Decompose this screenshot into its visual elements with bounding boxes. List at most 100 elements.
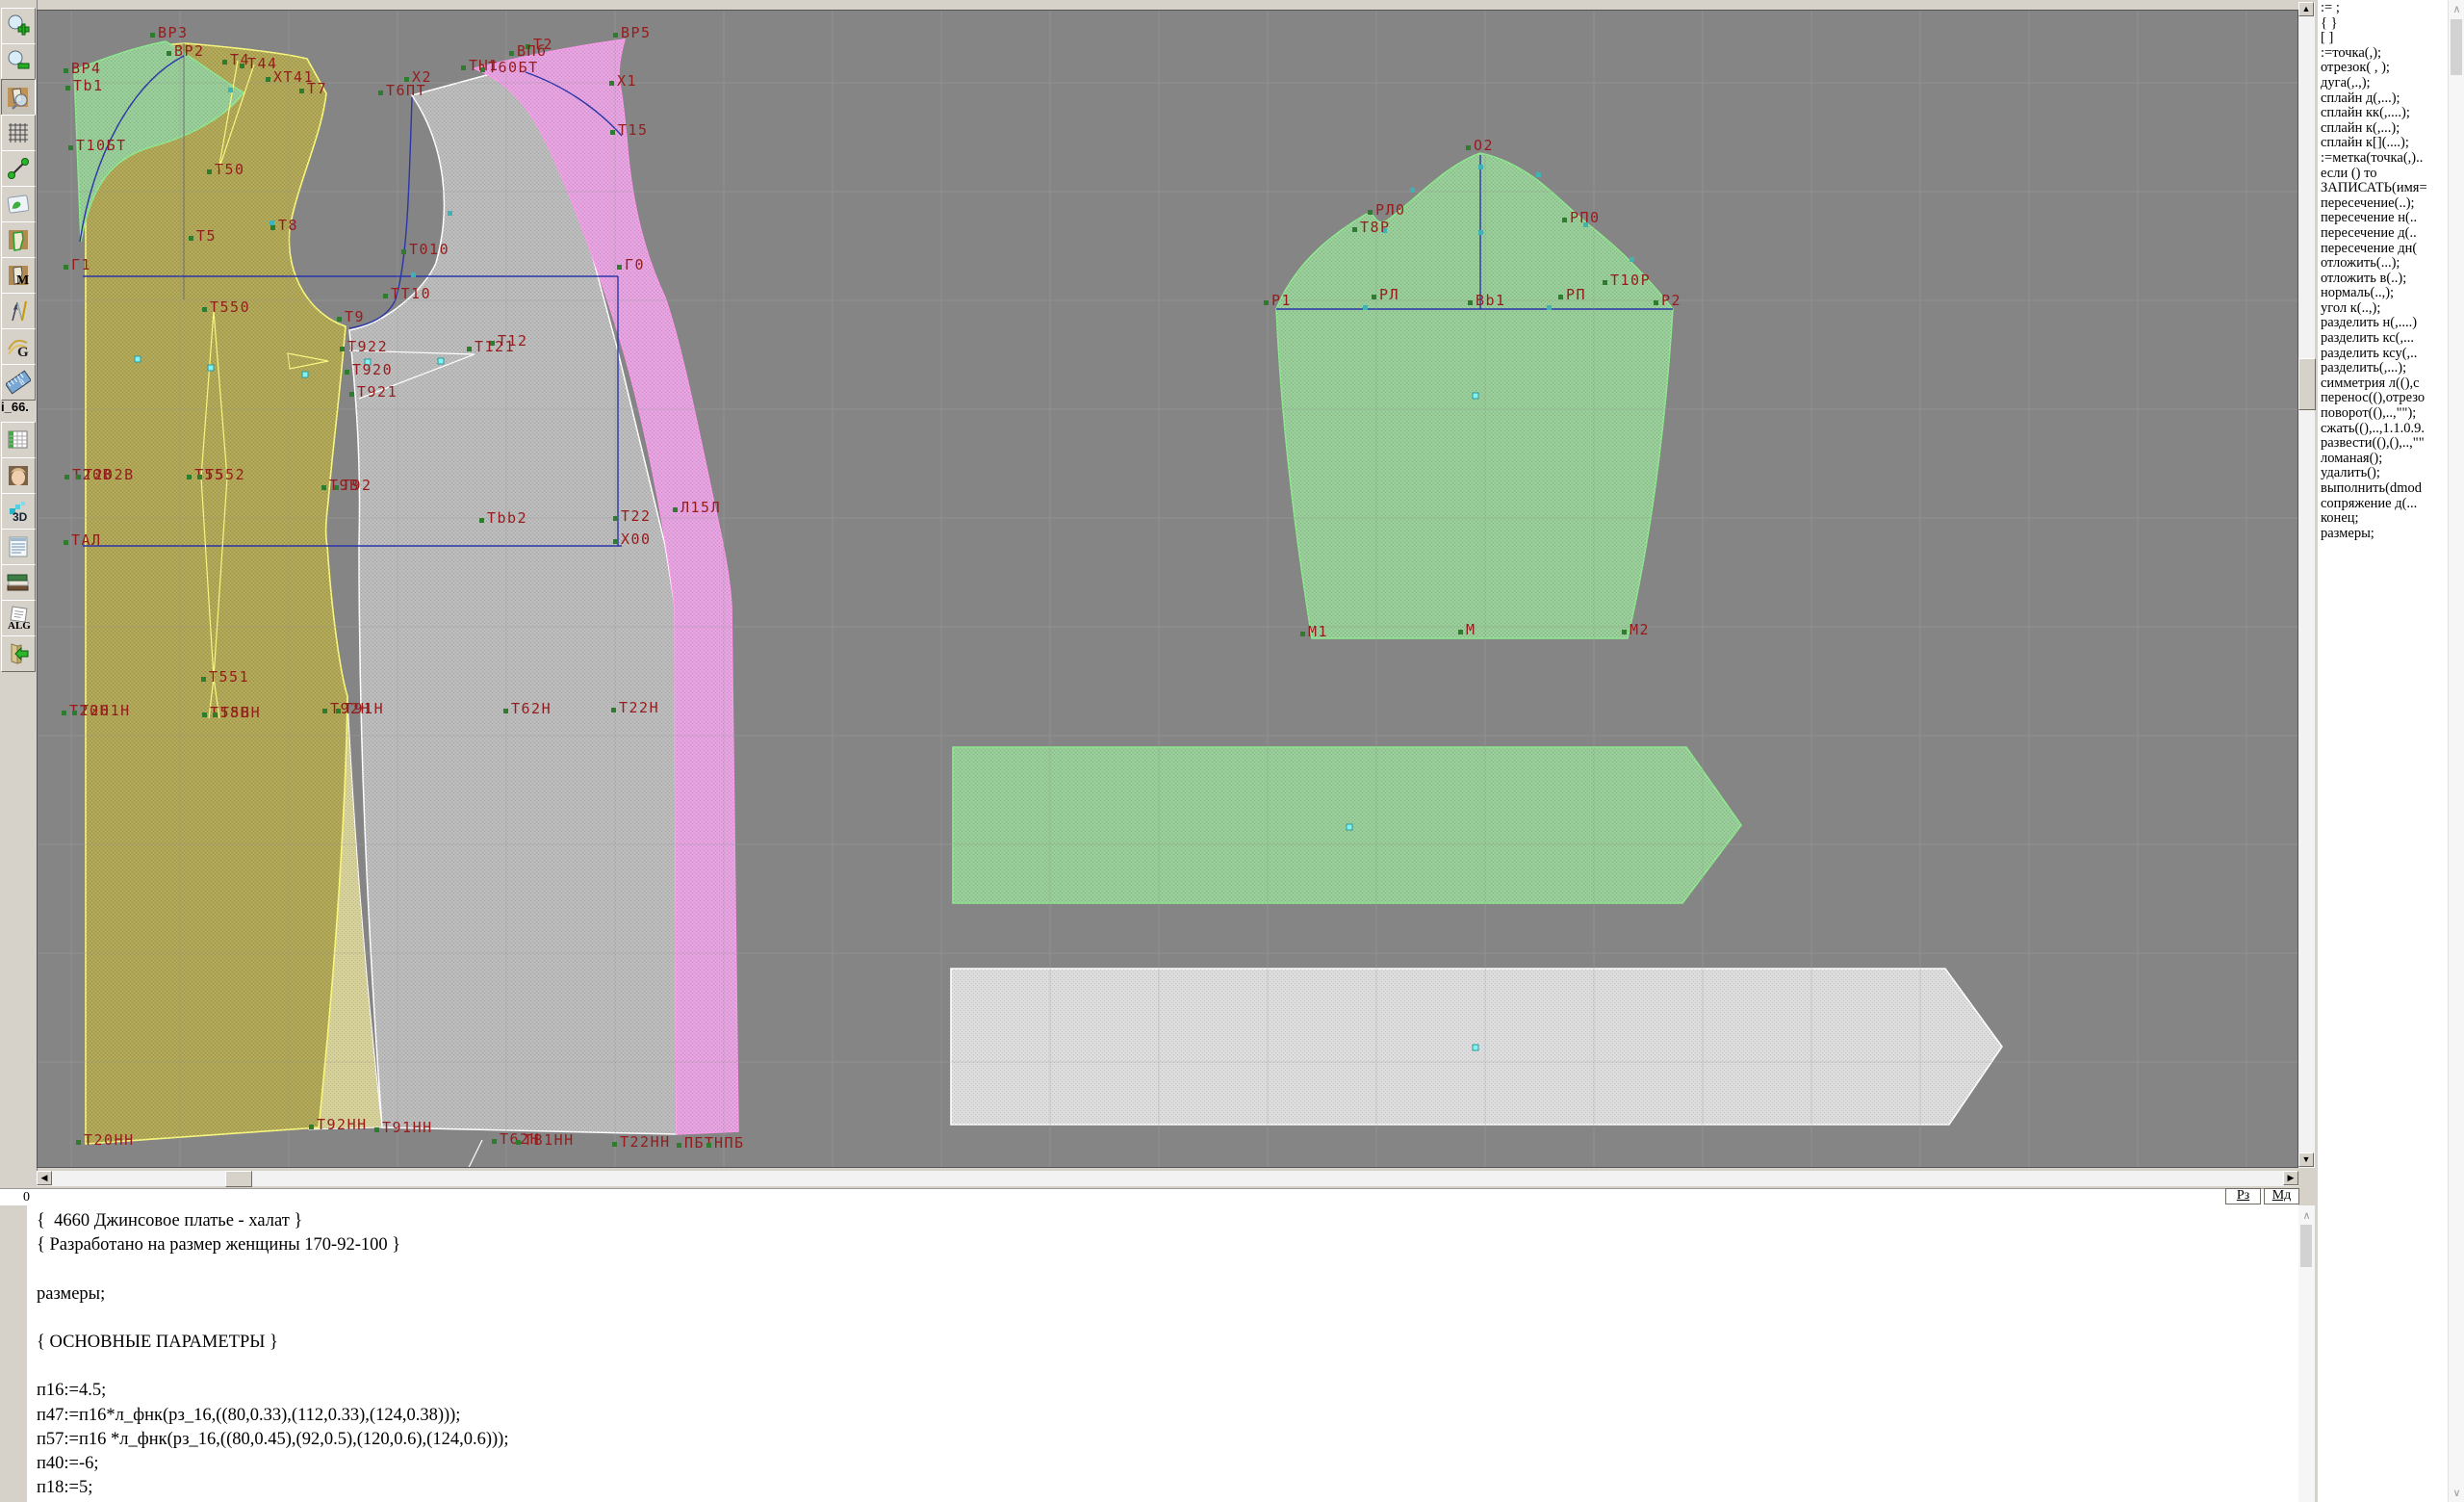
- measure-segment-button[interactable]: [1, 150, 36, 187]
- books-button[interactable]: [1, 564, 36, 601]
- command-item[interactable]: ломаная();: [2321, 452, 2448, 467]
- pattern-point[interactable]: [64, 265, 68, 270]
- pattern-point[interactable]: [374, 1127, 379, 1132]
- canvas-horizontal-scrollbar[interactable]: ◀ ▶: [37, 1171, 2298, 1186]
- command-item[interactable]: пересечение дн(: [2321, 242, 2448, 257]
- table-button[interactable]: [1, 422, 36, 458]
- pattern-point[interactable]: [378, 91, 383, 95]
- pattern-point[interactable]: [64, 475, 69, 479]
- command-item[interactable]: дуга(,.,);: [2321, 76, 2448, 91]
- pattern-point[interactable]: [64, 68, 68, 73]
- pattern-point[interactable]: [76, 1140, 81, 1145]
- command-item[interactable]: нормаль(..,);: [2321, 286, 2448, 301]
- pattern-point[interactable]: [340, 347, 345, 351]
- pattern-point[interactable]: [345, 370, 349, 375]
- pattern-point[interactable]: [334, 485, 339, 490]
- command-item[interactable]: если () то: [2321, 167, 2448, 182]
- scrollbar-thumb[interactable]: [2451, 19, 2462, 75]
- pattern-point[interactable]: [401, 249, 406, 254]
- pattern-point[interactable]: [207, 169, 212, 174]
- view-3d-button[interactable]: 3D: [1, 493, 36, 530]
- pattern-point[interactable]: [266, 77, 270, 82]
- scroll-down-button[interactable]: ▼: [2298, 1152, 2314, 1167]
- scroll-down-chevron[interactable]: ∨: [2449, 1487, 2464, 1499]
- pattern-point[interactable]: [1654, 300, 1658, 305]
- pattern-point[interactable]: [1466, 145, 1471, 150]
- pattern-point[interactable]: [270, 225, 275, 230]
- command-item[interactable]: размеры;: [2321, 527, 2448, 542]
- command-item[interactable]: симметрия л((),с: [2321, 376, 2448, 392]
- drafting-tools-button[interactable]: A: [1, 293, 36, 329]
- pattern-point[interactable]: [613, 539, 618, 544]
- scrollbar-thumb[interactable]: [2300, 1225, 2312, 1267]
- pattern-point[interactable]: [197, 475, 202, 479]
- command-item[interactable]: отрезок( , );: [2321, 61, 2448, 76]
- command-item[interactable]: перенос((),отрезо: [2321, 391, 2448, 406]
- pattern-point[interactable]: [461, 65, 466, 70]
- list-doc-button[interactable]: [1, 529, 36, 565]
- pattern-point[interactable]: [349, 392, 354, 397]
- pattern-point[interactable]: [610, 130, 615, 135]
- editor-scrollbar[interactable]: ∧: [2298, 1205, 2315, 1502]
- pattern-point[interactable]: [336, 709, 341, 713]
- command-item[interactable]: := ;: [2321, 1, 2448, 16]
- command-item[interactable]: разделить н(,....): [2321, 316, 2448, 331]
- pattern-point[interactable]: [613, 33, 618, 38]
- command-item[interactable]: пересечение н(..: [2321, 211, 2448, 226]
- g-curves-button[interactable]: G: [1, 328, 36, 365]
- command-item[interactable]: поворот((),..,"");: [2321, 406, 2448, 422]
- md-button[interactable]: Мд: [2264, 1188, 2299, 1204]
- command-item[interactable]: :=метка(точка(,)..: [2321, 151, 2448, 167]
- image-button[interactable]: [1, 186, 36, 222]
- command-item[interactable]: ЗАПИСАТЬ(имя=: [2321, 181, 2448, 196]
- exit-button[interactable]: [1, 635, 36, 672]
- pattern-preview-button[interactable]: [1, 79, 36, 116]
- ruler-button[interactable]: 8: [1, 364, 36, 401]
- pattern-point[interactable]: [240, 64, 244, 68]
- pattern-point[interactable]: [617, 265, 622, 270]
- command-item[interactable]: разделить ксу(,..: [2321, 347, 2448, 362]
- pattern-point[interactable]: [62, 711, 66, 715]
- zoom-out-button[interactable]: [1, 43, 36, 80]
- pattern-point[interactable]: [480, 67, 485, 72]
- pattern-point[interactable]: [1558, 295, 1563, 299]
- command-item[interactable]: сплайн д(,...);: [2321, 91, 2448, 107]
- pattern-point[interactable]: [503, 709, 508, 713]
- pattern-point[interactable]: [202, 712, 207, 717]
- pattern-point[interactable]: [76, 475, 81, 479]
- algorithms-button[interactable]: ALG: [1, 600, 36, 636]
- zoom-in-button[interactable]: [1, 8, 36, 44]
- pattern-piece-button[interactable]: [1, 221, 36, 258]
- scroll-up-chevron[interactable]: ∧: [2298, 1209, 2315, 1222]
- scroll-left-button[interactable]: ◀: [37, 1171, 52, 1185]
- pattern-point[interactable]: [1368, 210, 1373, 215]
- pattern-point[interactable]: [68, 145, 73, 150]
- pattern-point[interactable]: [516, 1140, 521, 1145]
- pattern-point[interactable]: [1352, 227, 1357, 232]
- scroll-up-chevron[interactable]: ∧: [2449, 3, 2464, 15]
- pattern-point[interactable]: [201, 677, 206, 682]
- scroll-up-button[interactable]: ▲: [2298, 2, 2314, 16]
- pattern-point[interactable]: [65, 86, 70, 91]
- pattern-point[interactable]: [1458, 630, 1463, 634]
- pattern-point[interactable]: [611, 708, 616, 712]
- pattern-point[interactable]: [337, 317, 342, 322]
- pattern-point[interactable]: [213, 712, 218, 717]
- pattern-point[interactable]: [299, 89, 304, 93]
- command-item[interactable]: развести((),(),..,"": [2321, 436, 2448, 452]
- command-item[interactable]: угол к(..,);: [2321, 301, 2448, 317]
- command-item[interactable]: сплайн к(,...);: [2321, 121, 2448, 137]
- pattern-point[interactable]: [609, 81, 614, 86]
- code-editor[interactable]: { 4660 Джинсовое платье - халат } { Разр…: [27, 1205, 2298, 1502]
- command-item[interactable]: сплайн к[](....);: [2321, 136, 2448, 151]
- command-item[interactable]: пересечение(..);: [2321, 196, 2448, 212]
- pattern-point[interactable]: [202, 307, 207, 312]
- command-item[interactable]: { }: [2321, 16, 2448, 32]
- command-item[interactable]: удалить();: [2321, 466, 2448, 481]
- pattern-point[interactable]: [1603, 280, 1607, 285]
- command-item[interactable]: выполнить(dmod: [2321, 481, 2448, 497]
- command-item[interactable]: отложить(...);: [2321, 256, 2448, 272]
- command-item[interactable]: [ ]: [2321, 31, 2448, 46]
- pattern-point[interactable]: [1622, 630, 1627, 634]
- pattern-point[interactable]: [322, 709, 327, 713]
